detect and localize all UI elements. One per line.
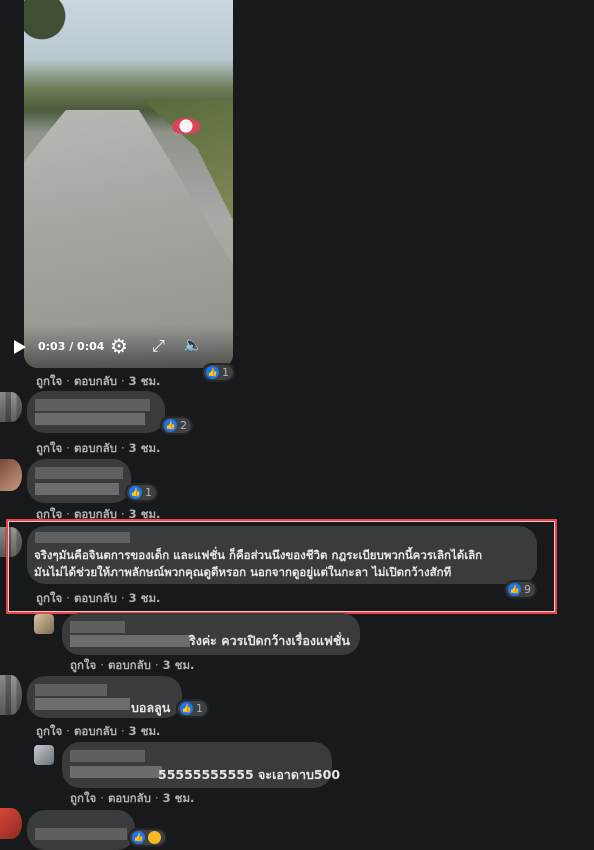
blurred-text: [35, 413, 145, 425]
comment-text: 55555555555 จะเอาดาบ500: [158, 767, 341, 782]
reaction-badge[interactable]: 👍 2: [162, 418, 191, 433]
comment-bubble: [27, 391, 165, 433]
comment-time: 3 ชม.: [162, 658, 195, 672]
avatar[interactable]: [0, 392, 22, 422]
expand-icon[interactable]: ⤢: [152, 338, 165, 354]
blurred-name: [35, 399, 150, 411]
avatar[interactable]: [34, 614, 54, 634]
blurred-name: [35, 684, 107, 696]
reaction-badge[interactable]: 👍 1: [204, 365, 233, 380]
comment-bubble: บอลลูน: [27, 676, 182, 718]
speaker-mute-icon[interactable]: 🔈: [183, 337, 203, 353]
like-link[interactable]: ถูกใจ: [70, 791, 96, 805]
comment-time: 3 ชม.: [162, 791, 195, 805]
blurred-name: [35, 828, 127, 840]
comment-actions-video: ถูกใจ · ตอบกลับ · 3 ชม.: [36, 374, 161, 388]
play-icon[interactable]: [14, 340, 26, 354]
blurred-text: [70, 766, 162, 778]
reply-link[interactable]: ตอบกลับ: [74, 441, 117, 455]
reply-link[interactable]: ตอบกลับ: [74, 724, 117, 738]
avatar[interactable]: [0, 459, 22, 491]
thumbs-up-icon: 👍: [132, 831, 145, 844]
reaction-badge[interactable]: 👍 1: [178, 701, 207, 716]
comment-bubble: ริงค่ะ ควรเปิดกว้างเรื่องแฟชั่น: [62, 613, 360, 655]
avatar[interactable]: [0, 675, 22, 715]
comment-actions: ถูกใจ · ตอบกลับ · 3 ชม.: [70, 658, 195, 672]
blurred-text: [35, 483, 119, 495]
comment-actions: ถูกใจ · ตอบกลับ · 3 ชม.: [36, 724, 161, 738]
video-time: 0:03 / 0:04: [38, 340, 105, 353]
comment-time: 3 ชม.: [128, 724, 161, 738]
comment-actions: ถูกใจ · ตอบกลับ · 3 ชม.: [70, 791, 195, 805]
comment-text: ริงค่ะ ควรเปิดกว้างเรื่องแฟชั่น: [189, 633, 350, 648]
comment-bubble: [27, 810, 135, 850]
comment-bubble: 55555555555 จะเอาดาบ500: [62, 742, 340, 788]
thumbs-up-icon: 👍: [180, 702, 193, 715]
comment-text: บอลลูน: [131, 700, 171, 715]
haha-icon: [148, 831, 161, 844]
comment-time: 3 ชม.: [128, 441, 161, 455]
thumbs-up-icon: 👍: [164, 419, 177, 432]
comment-actions: ถูกใจ · ตอบกลับ · 3 ชม.: [36, 441, 161, 455]
avatar[interactable]: [0, 808, 22, 839]
comment-bubble: [27, 459, 131, 503]
highlight-box: [6, 519, 557, 614]
blurred-name: [35, 467, 123, 479]
avatar[interactable]: [34, 745, 54, 765]
like-link[interactable]: ถูกใจ: [70, 658, 96, 672]
reply-link[interactable]: ตอบกลับ: [108, 658, 151, 672]
blurred-text: [35, 698, 130, 710]
blurred-name: [70, 750, 145, 762]
reaction-badge[interactable]: 👍: [130, 830, 165, 845]
thumbs-up-icon: 👍: [129, 486, 142, 499]
like-link[interactable]: ถูกใจ: [36, 724, 62, 738]
gear-icon[interactable]: ⚙: [110, 336, 128, 356]
thumbs-up-icon: 👍: [206, 366, 219, 379]
video-player[interactable]: [24, 0, 233, 368]
like-link[interactable]: ถูกใจ: [36, 374, 62, 388]
video-frame-child: [172, 118, 200, 134]
reaction-badge[interactable]: 👍 1: [127, 485, 156, 500]
reply-link[interactable]: ตอบกลับ: [108, 791, 151, 805]
reply-link[interactable]: ตอบกลับ: [74, 374, 117, 388]
like-link[interactable]: ถูกใจ: [36, 441, 62, 455]
blurred-name: [70, 621, 125, 633]
comment-time: 3 ชม.: [128, 374, 161, 388]
video-frame-palm: [24, 0, 84, 80]
blurred-text: [70, 635, 190, 647]
